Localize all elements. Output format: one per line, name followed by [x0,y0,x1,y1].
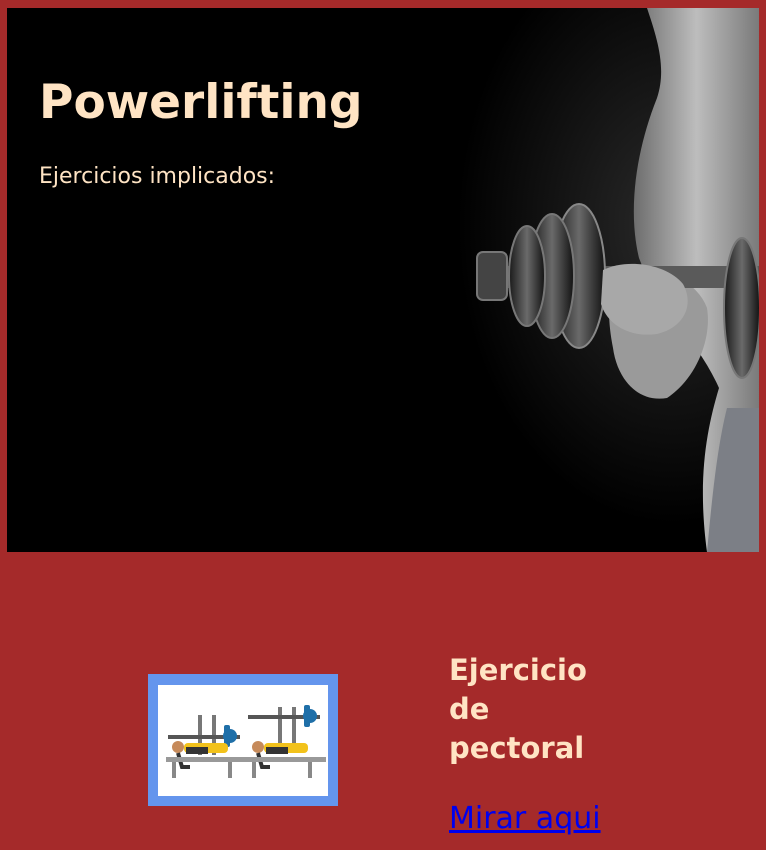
exercise-title: Ejercicio de pectoral [449,653,587,765]
hero-banner: Powerlifting Ejercicios implicados: [7,8,759,552]
page-title: Powerlifting [39,75,363,130]
exercises-subtitle: Ejercicios implicados: [39,164,276,189]
bench-press-illustration [158,685,328,796]
view-exercise-link[interactable]: Mirar aqui [449,800,601,838]
exercise-thumbnail [148,674,338,806]
